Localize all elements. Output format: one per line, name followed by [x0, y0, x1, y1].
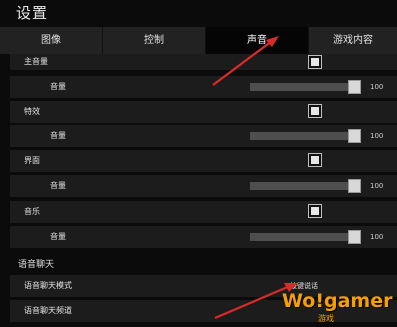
window-title: 设置 [16, 4, 49, 22]
setting-label: 音乐 [24, 207, 40, 216]
slider-handle[interactable] [348, 230, 361, 244]
tab-bar: 图像 控制 声音 游戏内容 [0, 27, 397, 54]
setting-label: 音量 [50, 82, 66, 91]
volume-slider[interactable] [250, 179, 361, 193]
setting-label: 界面 [24, 156, 40, 165]
watermark-logo: Wo!gamer 游戏 [282, 290, 394, 324]
setting-label: 音量 [50, 232, 66, 241]
slider-value: 100 [370, 132, 384, 140]
setting-row-master-volume-level: 音量 100 [10, 76, 397, 98]
setting-label: 语音聊天频道 [24, 306, 72, 315]
setting-row-interface-volume: 音量 100 [10, 175, 397, 197]
setting-row-effects-volume: 音量 100 [10, 125, 397, 147]
watermark-text: Wo!gamer [282, 290, 393, 312]
slider-fill [250, 83, 350, 91]
setting-label: 语音聊天模式 [24, 281, 72, 290]
setting-label: 音量 [50, 181, 66, 190]
checkbox-check-mark [311, 156, 319, 164]
setting-row-music: 音乐 [10, 201, 397, 223]
watermark-subtext: 游戏 [318, 314, 334, 323]
slider-fill [250, 132, 350, 140]
tab-graphics[interactable]: 图像 [0, 27, 103, 54]
tab-sound[interactable]: 声音 [206, 27, 309, 54]
setting-row-effects: 特效 [10, 101, 397, 123]
slider-fill [250, 233, 350, 241]
setting-label: 音量 [50, 131, 66, 140]
voice-chat-section-title: 语音聊天 [18, 260, 55, 270]
checkbox-check-mark [311, 207, 319, 215]
master-volume-checkbox[interactable] [308, 55, 322, 69]
slider-handle[interactable] [348, 80, 361, 94]
slider-value: 100 [370, 233, 384, 241]
volume-slider[interactable] [250, 129, 361, 143]
tab-controls[interactable]: 控制 [103, 27, 206, 54]
volume-slider[interactable] [250, 80, 361, 94]
slider-value: 100 [370, 83, 384, 91]
slider-value: 100 [370, 182, 384, 190]
checkbox-check-mark [311, 107, 319, 115]
slider-handle[interactable] [348, 179, 361, 193]
slider-handle[interactable] [348, 129, 361, 143]
setting-row-interface: 界面 [10, 150, 397, 172]
slider-fill [250, 182, 350, 190]
effects-checkbox[interactable] [308, 104, 322, 118]
volume-slider[interactable] [250, 230, 361, 244]
interface-checkbox[interactable] [308, 153, 322, 167]
setting-label: 特效 [24, 107, 40, 116]
setting-row-master-volume: 主音量 [10, 54, 397, 70]
music-checkbox[interactable] [308, 204, 322, 218]
setting-label: 主音量 [24, 57, 48, 66]
setting-row-music-volume: 音量 100 [10, 226, 397, 248]
checkbox-check-mark [311, 58, 319, 66]
tab-game-content[interactable]: 游戏内容 [309, 27, 397, 54]
